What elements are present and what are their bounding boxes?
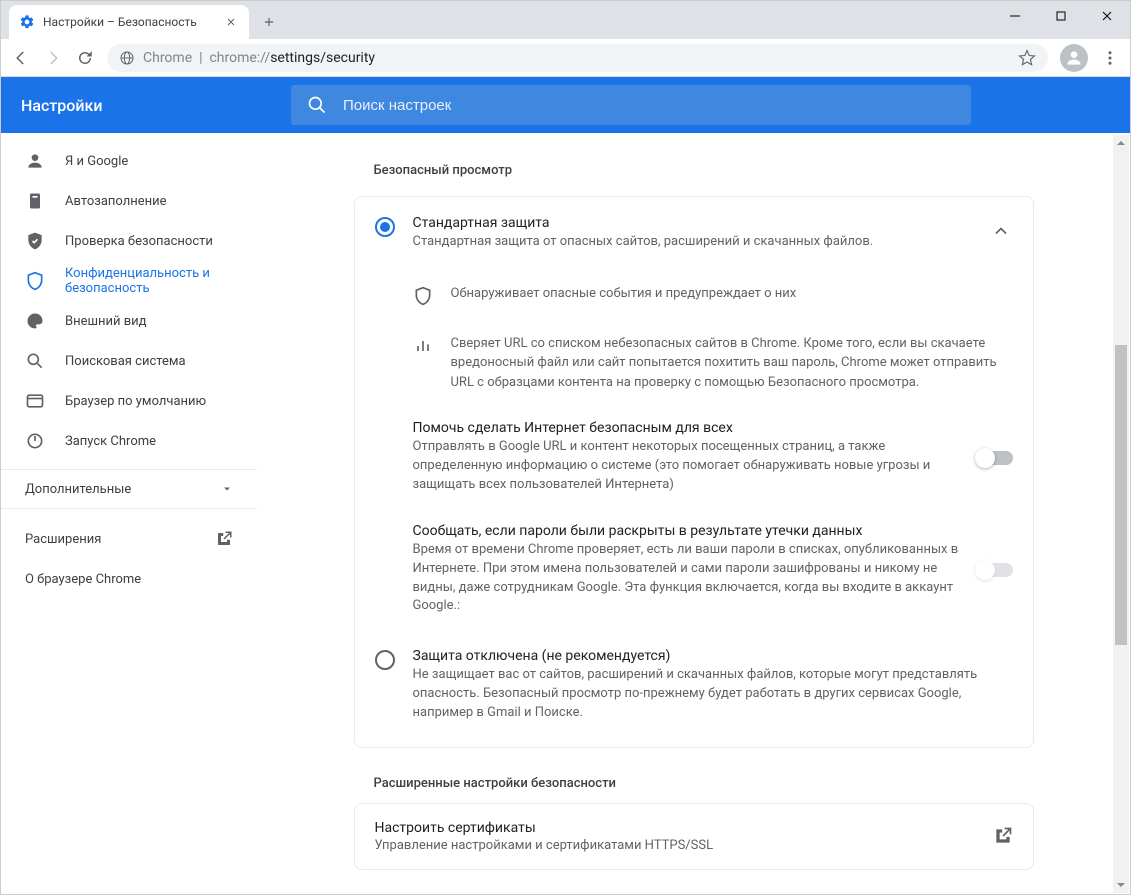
- sidebar-item-safety-check[interactable]: Проверка безопасности: [1, 221, 257, 261]
- shield-icon: [413, 286, 433, 306]
- sidebar-link-label: Расширения: [25, 532, 101, 547]
- gear-icon: [19, 14, 35, 30]
- power-icon: [25, 431, 45, 451]
- sidebar-item-label: Автозаполнение: [65, 194, 167, 209]
- url-display: Chrome | chrome://settings/security: [143, 50, 1010, 66]
- toggle-switch[interactable]: [977, 563, 1013, 577]
- sidebar-item-appearance[interactable]: Внешний вид: [1, 301, 257, 341]
- radio-no-protection[interactable]: Защита отключена (не рекомендуется) Не з…: [355, 630, 1033, 747]
- sidebar-item-default-browser[interactable]: Браузер по умолчанию: [1, 381, 257, 421]
- manage-certificates-row[interactable]: Настроить сертификаты Управление настрой…: [354, 803, 1034, 870]
- browser-menu-button[interactable]: [1096, 44, 1124, 72]
- bookmark-star-icon[interactable]: [1018, 49, 1036, 67]
- search-icon: [25, 351, 45, 371]
- collapse-button[interactable]: [989, 219, 1013, 243]
- window-controls: [992, 1, 1130, 31]
- tab-strip: Настройки – Безопасность: [1, 1, 1130, 39]
- settings-title: Настройки: [21, 96, 291, 115]
- sidebar-item-label: Проверка безопасности: [65, 234, 213, 249]
- safe-browsing-card: Стандартная защита Стандартная защита от…: [354, 196, 1034, 748]
- sidebar-extensions-link[interactable]: Расширения: [1, 519, 257, 559]
- detail-text: Сверяет URL со списком небезопасных сайт…: [451, 334, 1013, 393]
- sidebar-item-you-and-google[interactable]: Я и Google: [1, 141, 257, 181]
- toggle-subtitle: Время от времени Chrome проверяет, есть …: [413, 541, 959, 616]
- sidebar-item-privacy-security[interactable]: Конфиденциальность и безопасность: [1, 261, 257, 301]
- new-tab-button[interactable]: [255, 8, 283, 36]
- tab-title: Настройки – Безопасность: [43, 15, 215, 29]
- detail-text: Обнаруживает опасные события и предупреж…: [451, 284, 1013, 306]
- page-content: Настройки Я и Google Автозаполнение: [1, 77, 1130, 894]
- radio-standard-protection[interactable]: Стандартная защита Стандартная защита от…: [355, 197, 1033, 270]
- bar-chart-icon: [413, 336, 433, 356]
- window-close-button[interactable]: [1084, 1, 1130, 31]
- toggle-title: Помочь сделать Интернет безопасным для в…: [413, 420, 959, 436]
- sidebar-item-on-startup[interactable]: Запуск Chrome: [1, 421, 257, 461]
- shield-check-icon: [25, 231, 45, 251]
- sidebar-item-label: Запуск Chrome: [65, 434, 156, 449]
- settings-sidebar: Я и Google Автозаполнение Проверка безоп…: [1, 133, 257, 894]
- sidebar-link-label: О браузере Chrome: [25, 572, 141, 587]
- site-info-icon[interactable]: [119, 50, 135, 66]
- section-advanced-title: Расширенные настройки безопасности: [354, 748, 1034, 803]
- radio-subtitle: Не защищает вас от сайтов, расширений и …: [413, 666, 1013, 723]
- toggle-title: Сообщать, если пароли были раскрыты в ре…: [413, 523, 959, 539]
- sidebar-item-autofill[interactable]: Автозаполнение: [1, 181, 257, 221]
- toggle-leak-detection: Сообщать, если пароли были раскрыты в ре…: [355, 509, 1033, 630]
- open-in-new-icon: [993, 826, 1013, 846]
- person-icon: [25, 151, 45, 171]
- shield-icon: [25, 271, 45, 291]
- link-title: Настроить сертификаты: [375, 820, 975, 836]
- open-in-new-icon: [215, 530, 233, 548]
- back-button[interactable]: [7, 44, 35, 72]
- radio-icon: [375, 650, 395, 670]
- palette-icon: [25, 311, 45, 331]
- profile-avatar-button[interactable]: [1060, 44, 1088, 72]
- standard-protection-details: Обнаруживает опасные события и предупреж…: [355, 270, 1033, 407]
- radio-title: Стандартная защита: [413, 215, 971, 231]
- sidebar-item-label: Внешний вид: [65, 314, 147, 329]
- toggle-subtitle: Отправлять в Google URL и контент некото…: [413, 438, 959, 495]
- radio-subtitle: Стандартная защита от опасных сайтов, ра…: [413, 233, 971, 252]
- reload-button[interactable]: [71, 44, 99, 72]
- browser-toolbar: Chrome | chrome://settings/security: [1, 39, 1130, 77]
- window-minimize-button[interactable]: [992, 1, 1038, 31]
- search-icon: [307, 95, 327, 115]
- link-subtitle: Управление настройками и сертификатами H…: [375, 838, 975, 853]
- autofill-icon: [25, 191, 45, 211]
- sidebar-item-label: Браузер по умолчанию: [65, 394, 206, 409]
- toggle-help-improve: Помочь сделать Интернет безопасным для в…: [355, 406, 1033, 509]
- chevron-down-icon: [221, 483, 233, 495]
- toggle-switch[interactable]: [977, 451, 1013, 465]
- sidebar-advanced-label: Дополнительные: [25, 482, 131, 497]
- settings-main-panel[interactable]: Безопасный просмотр Стандартная защита С…: [257, 133, 1130, 894]
- scroll-down-icon[interactable]: [1113, 877, 1129, 893]
- sidebar-about-link[interactable]: О браузере Chrome: [1, 559, 257, 599]
- section-safe-browsing-title: Безопасный просмотр: [354, 143, 1034, 196]
- browser-tab[interactable]: Настройки – Безопасность: [9, 5, 249, 39]
- radio-title: Защита отключена (не рекомендуется): [413, 648, 1013, 664]
- browser-window: Настройки – Безопасность Chrome | chrome…: [0, 0, 1131, 895]
- page-scrollbar[interactable]: [1113, 135, 1129, 893]
- sidebar-item-label: Конфиденциальность и безопасность: [65, 266, 233, 296]
- sidebar-item-label: Я и Google: [65, 154, 128, 169]
- scroll-thumb[interactable]: [1115, 345, 1127, 645]
- tab-close-icon[interactable]: [223, 14, 239, 30]
- radio-icon: [375, 217, 395, 237]
- browser-icon: [25, 391, 45, 411]
- address-bar[interactable]: Chrome | chrome://settings/security: [107, 44, 1048, 72]
- window-maximize-button[interactable]: [1038, 1, 1084, 31]
- scroll-up-icon[interactable]: [1113, 135, 1129, 151]
- settings-search-input[interactable]: [341, 96, 955, 115]
- forward-button[interactable]: [39, 44, 67, 72]
- sidebar-item-search-engine[interactable]: Поисковая система: [1, 341, 257, 381]
- sidebar-item-label: Поисковая система: [65, 354, 186, 369]
- settings-header: Настройки: [1, 77, 1130, 133]
- settings-search[interactable]: [291, 85, 971, 125]
- sidebar-advanced-toggle[interactable]: Дополнительные: [1, 469, 257, 509]
- settings-body: Я и Google Автозаполнение Проверка безоп…: [1, 133, 1130, 894]
